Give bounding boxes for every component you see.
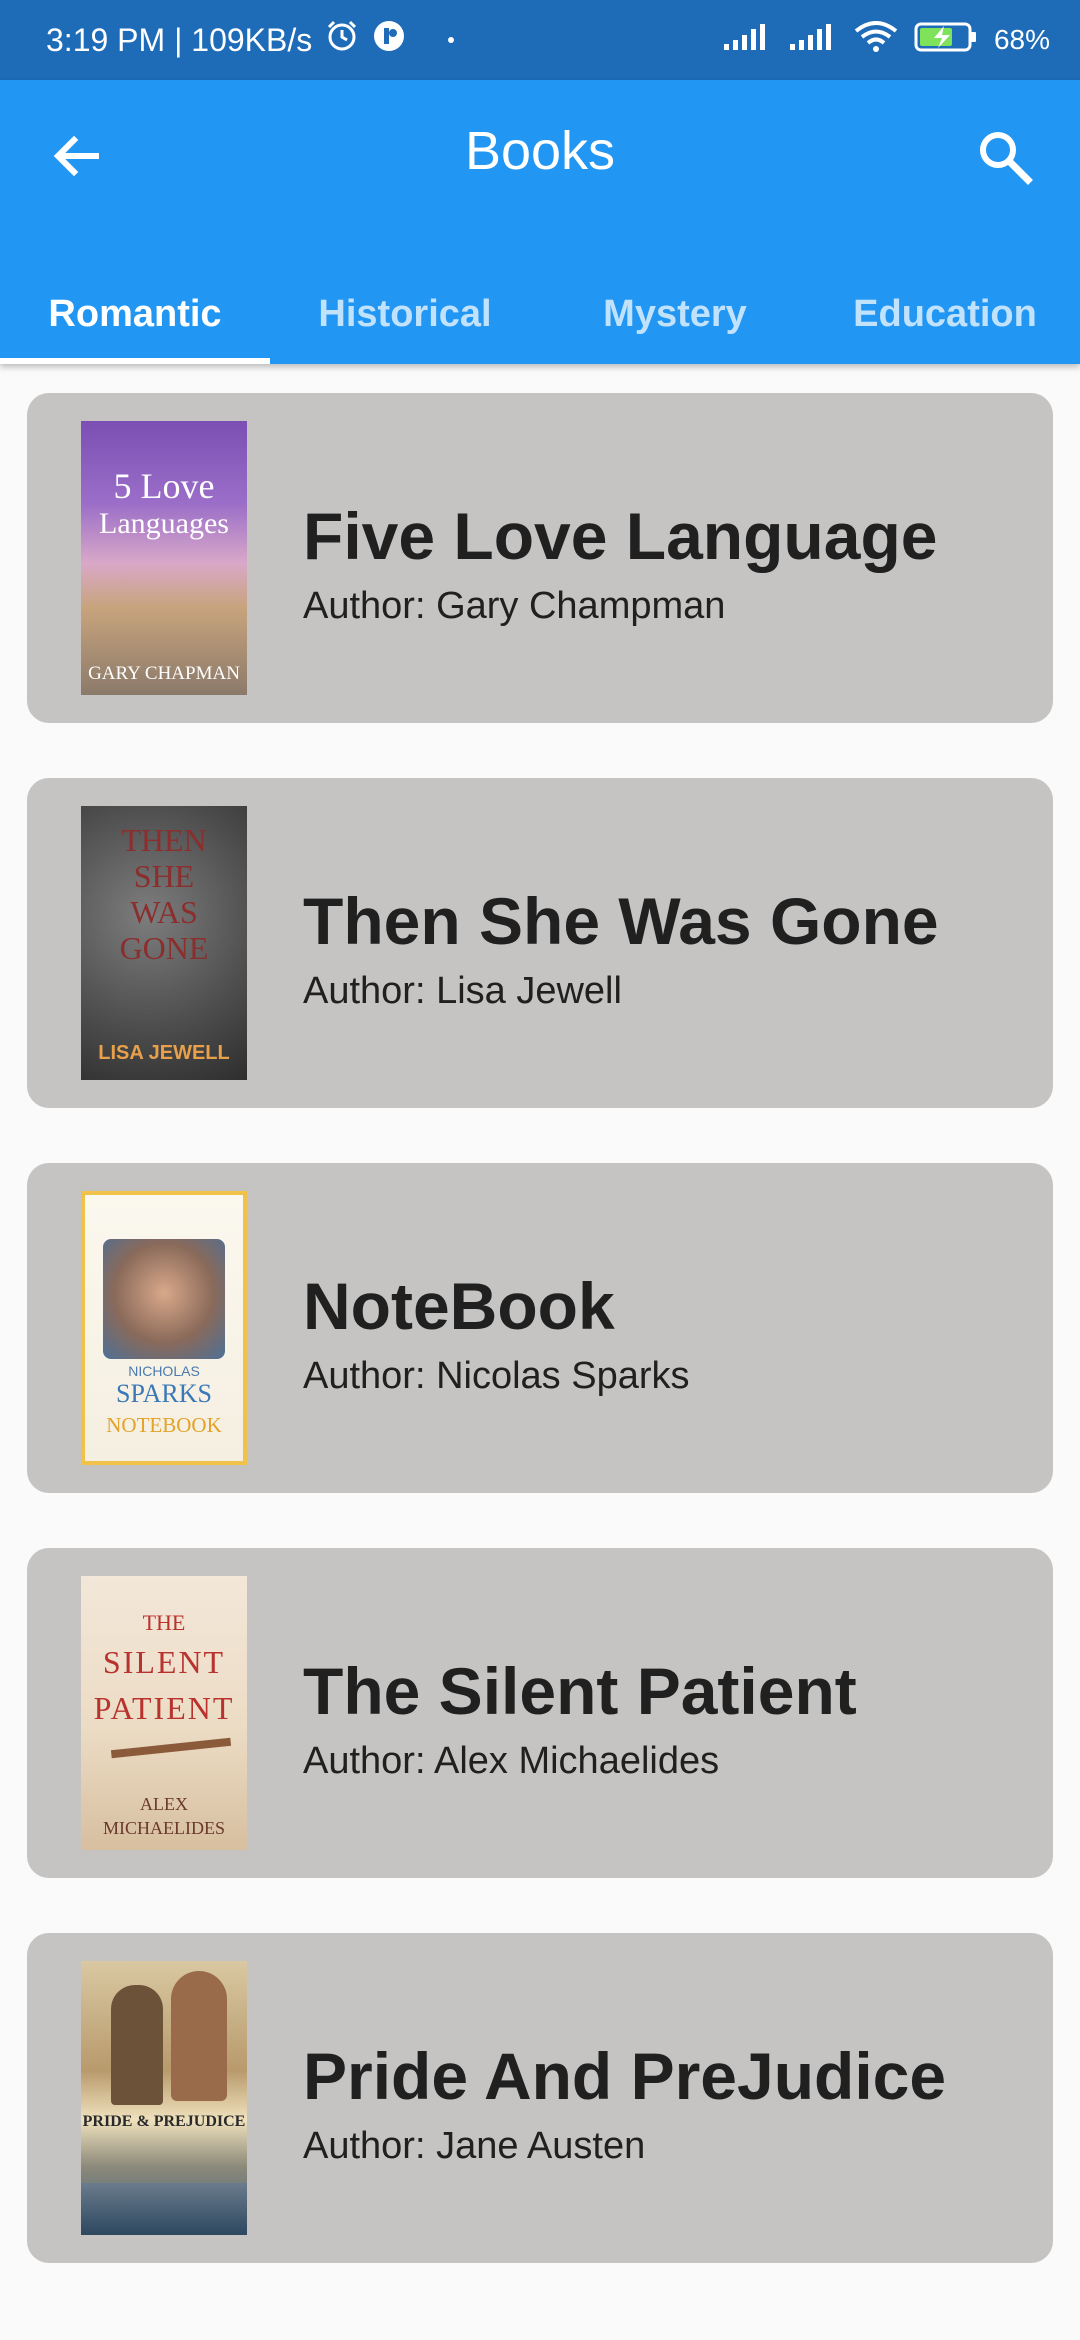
cover-text: GARY CHAPMAN [88, 663, 240, 684]
book-title: The Silent Patient [303, 1654, 857, 1728]
cover-text: SHE [133, 858, 195, 894]
book-title: Then She Was Gone [303, 884, 939, 958]
cover-tear-graphic [110, 1737, 232, 1759]
tab-label: Education [853, 292, 1037, 335]
cover-text: Languages [99, 507, 229, 540]
wifi-icon [854, 20, 898, 60]
status-left: 3:19 PM | 109KB/s [46, 18, 455, 62]
page-title: Books [464, 121, 616, 181]
status-bar: 3:19 PM | 109KB/s 68% [0, 0, 1080, 80]
tab-mystery[interactable]: Mystery [540, 264, 810, 364]
cover-text: ALEX [140, 1794, 188, 1814]
status-time: 3:19 PM | 109KB/s [46, 21, 313, 58]
signal-icon-2 [788, 22, 838, 59]
book-cover-image: 5 Love Languages GARY CHAPMAN [81, 421, 247, 695]
battery-icon [914, 21, 978, 60]
book-list: 5 Love Languages GARY CHAPMAN Five Love … [27, 393, 1053, 2318]
cover-figure-left [111, 1985, 163, 2105]
alarm-icon [324, 18, 360, 62]
book-author: Author: Jane Austen [303, 2125, 646, 2167]
more-notifications-dot [448, 37, 455, 43]
tab-label: Romantic [48, 292, 222, 335]
category-tabs: Romantic Historical Mystery Education [0, 264, 1080, 364]
cover-text: PATIENT [93, 1690, 235, 1726]
cover-text: NICHOLAS [128, 1363, 200, 1379]
signal-icon [722, 22, 772, 59]
tab-label: Mystery [603, 292, 747, 335]
cover-photo [103, 1239, 225, 1359]
app-bar: Books Romantic Historical Mystery Educat… [0, 80, 1080, 364]
book-author: Author: Gary Champman [303, 585, 726, 627]
cover-text: SILENT [102, 1644, 226, 1680]
book-cover-image: NICHOLAS SPARKS NOTEBOOK [81, 1191, 247, 1465]
cover-text: SPARKS [116, 1379, 212, 1408]
book-author: Author: Nicolas Sparks [303, 1355, 690, 1397]
cover-text: WAS [130, 894, 198, 930]
cover-text: 5 Love [113, 466, 215, 506]
book-title: Five Love Language [303, 499, 938, 573]
tab-label: Historical [318, 292, 492, 335]
cover-landscape [81, 2183, 247, 2235]
cover-text: THEN [121, 822, 207, 858]
book-cover-image: THE SILENT PATIENT ALEX MICHAELIDES [81, 1576, 247, 1850]
book-title: NoteBook [303, 1269, 615, 1343]
book-title: Pride And PreJudice [303, 2039, 947, 2113]
book-cover-image: THEN SHE WAS GONE LISA JEWELL [81, 806, 247, 1080]
book-card-five-love-language[interactable]: 5 Love Languages GARY CHAPMAN Five Love … [27, 393, 1053, 723]
cover-text: NOTEBOOK [106, 1413, 222, 1437]
book-author: Author: Alex Michaelides [303, 1740, 720, 1782]
status-right: 68% [722, 20, 1050, 60]
book-card-the-silent-patient[interactable]: THE SILENT PATIENT ALEX MICHAELIDES The … [27, 1548, 1053, 1878]
search-icon [980, 132, 1033, 185]
battery-percent: 68% [993, 24, 1050, 55]
notification-app-icon [372, 19, 406, 61]
book-cover-image: PRIDE & PREJUDICE [81, 1961, 247, 2235]
book-card-notebook[interactable]: NICHOLAS SPARKS NOTEBOOK NoteBook Author… [27, 1163, 1053, 1493]
cover-text: LISA JEWELL [98, 1042, 230, 1064]
tab-romantic[interactable]: Romantic [0, 264, 270, 364]
search-button[interactable] [972, 124, 1036, 188]
book-card-then-she-was-gone[interactable]: THEN SHE WAS GONE LISA JEWELL Then She W… [27, 778, 1053, 1108]
cover-text: MICHAELIDES [103, 1818, 225, 1838]
cover-text: GONE [119, 930, 209, 966]
tab-historical[interactable]: Historical [270, 264, 540, 364]
book-card-pride-and-prejudice[interactable]: PRIDE & PREJUDICE Pride And PreJudice Au… [27, 1933, 1053, 2263]
cover-text: THE [142, 1610, 186, 1635]
cover-text: PRIDE & PREJUDICE [82, 2113, 246, 2130]
cover-figure-right [171, 1971, 227, 2101]
book-author: Author: Lisa Jewell [303, 970, 622, 1012]
tab-education[interactable]: Education [810, 264, 1080, 364]
